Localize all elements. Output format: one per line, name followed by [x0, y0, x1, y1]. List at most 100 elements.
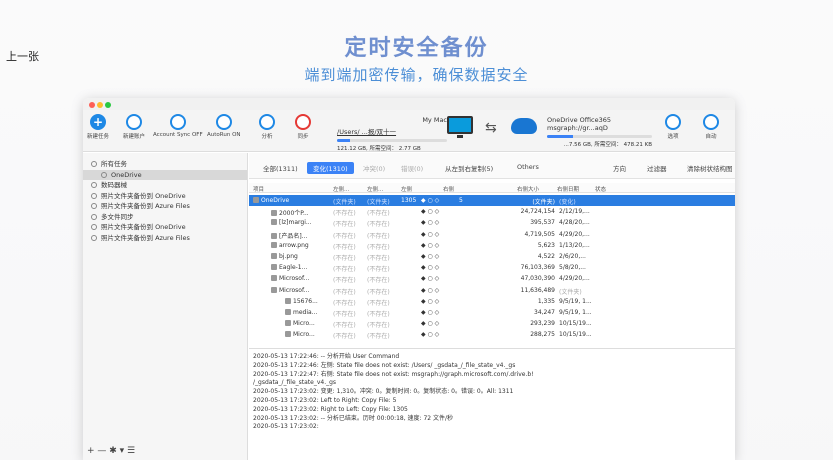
table-row[interactable]: [产品名]... (不存在) (不存在) ◆ ○ ◇ 4,719,505 4/29/20,… — [249, 229, 735, 240]
table-row[interactable]: [lz]margi... (不存在) (不存在) ◆ ○ ◇ 395,537 4/28/2… — [249, 217, 735, 228]
sidebar-item[interactable]: 所有任务 — [83, 159, 247, 170]
filter-others-dropdown[interactable]: Others — [517, 163, 539, 171]
sidebar-item-label: 所有任务 — [101, 160, 127, 168]
col-left-size[interactable]: 左侧... — [333, 185, 349, 193]
sidebar-item[interactable]: 多文件同步 — [83, 212, 247, 223]
sidebar-item-label: 数码器械 — [101, 181, 127, 189]
col-left[interactable]: 左侧 — [401, 185, 412, 193]
row-left-size: (不存在) — [333, 299, 356, 307]
swap-direction-icon[interactable]: ⇆ — [485, 120, 497, 136]
col-right-size[interactable]: 右侧大小 — [517, 185, 539, 193]
row-name: arrow.png — [271, 241, 309, 249]
row-right-date: 4/29/20,... — [559, 230, 590, 238]
sidebar-footer-controls[interactable]: + — ✱ ▾ ☰ — [87, 446, 135, 456]
row-name: 15676... — [285, 297, 318, 305]
row-name: Eagle-1... — [271, 264, 307, 271]
zoom-window-button[interactable] — [105, 102, 111, 108]
filter-all[interactable]: 全部(1311) — [263, 163, 298, 173]
log-line: 2020-05-13 17:23:02: 变更: 1,310。冲突: 0。复制时… — [253, 388, 514, 396]
file-icon — [271, 232, 277, 239]
row-action-icons: ◆ ○ ◇ — [421, 208, 440, 216]
file-icon — [271, 275, 277, 282]
col-left-date[interactable]: 左侧... — [367, 185, 383, 193]
sidebar-item-label: 照片文件夹备份到 Azure Files — [101, 233, 190, 242]
row-right-size: 288,275 — [530, 331, 555, 339]
row-left-size: (不存在) — [333, 266, 356, 274]
row-name: [产品名]... — [271, 231, 307, 240]
row-left-size: (不存在) — [333, 288, 356, 296]
task-icon — [91, 161, 97, 167]
minimize-window-button[interactable] — [97, 102, 103, 108]
table-row[interactable]: arrow.png (不存在) (不存在) ◆ ○ ◇ 5,623 1/13/20,... — [249, 240, 735, 251]
table-row[interactable]: 2000个P... (不存在) (不存在) ◆ ○ ◇ 24,724,154 2/12/1… — [249, 206, 735, 217]
row-action-icons: ◆ ○ ◇ — [421, 253, 440, 260]
analyze-button[interactable]: 分析 — [259, 114, 275, 140]
sidebar-item[interactable]: 照片文件夹备份到 Azure Files — [83, 233, 247, 244]
log-line: 2020-05-13 17:22:46: 左侧: State file does… — [253, 361, 516, 369]
auto-button[interactable]: 自动 — [703, 114, 719, 140]
filter-left-to-right[interactable]: 从左到右复制(5) — [445, 163, 493, 173]
wrench-icon — [665, 114, 681, 130]
row-action-icons: ◆ ○ ◇ — [421, 219, 440, 227]
filter-conflict[interactable]: 冲突(0) — [363, 163, 385, 173]
row-left-date: (不存在) — [367, 311, 390, 318]
row-right-date: 5/8/20,... — [559, 264, 586, 272]
row-left-size: (不存在) — [333, 221, 356, 229]
row-left-size: (不存在) — [333, 255, 356, 262]
file-icon — [271, 253, 277, 259]
row-left-date: (不存在) — [367, 277, 390, 285]
col-item[interactable]: 项目 — [253, 185, 264, 193]
row-left-date: (不存在) — [367, 266, 390, 274]
row-name: Microsof... — [271, 275, 309, 282]
destination-path[interactable]: msgraph://gr...aqD — [547, 124, 652, 132]
table-row[interactable]: 15676... (不存在) (不存在) ◆ ○ ◇ 1,335 9/5/19, 1... — [249, 296, 735, 307]
sidebar-item[interactable]: OneDrive — [83, 169, 247, 180]
col-right[interactable]: 右侧 — [443, 185, 454, 193]
new-account-button[interactable]: 新建账户 — [123, 114, 145, 140]
source-capacity-bar — [337, 139, 447, 142]
table-row[interactable]: Micro... (不存在) (不存在) ◆ ○ ◇ 293,239 10/15/19..… — [249, 318, 735, 329]
filter-errors[interactable]: 错误(0) — [401, 163, 423, 173]
table-row[interactable]: Eagle-1... (不存在) (不存在) ◆ ○ ◇ 76,103,369 5/8/2… — [249, 262, 735, 273]
clear-tree-button[interactable]: 清除树状结构图 — [687, 163, 733, 173]
file-icon — [271, 219, 277, 226]
sidebar-item[interactable]: 照片文件夹备份到 Azure Files — [83, 201, 247, 212]
autorun-toggle[interactable]: AutoRun ON — [207, 114, 241, 138]
row-left-date: (不存在) — [367, 299, 390, 307]
row-left-date: (不存在) — [367, 232, 390, 240]
row-name: [lz]margi... — [271, 219, 312, 226]
sidebar-item[interactable]: 照片文件夹备份到 OneDrive — [83, 191, 247, 202]
row-right-date: 10/15/19... — [559, 331, 592, 339]
timer-icon — [215, 114, 232, 130]
row-action-icons: ◆ ○ ◇ — [421, 297, 440, 305]
table-row[interactable]: Microsof... (不存在) (不存在) ◆ ○ ◇ 11,636,489 (文件夹… — [249, 285, 735, 296]
table-row[interactable]: Microsof... (不存在) (不存在) ◆ ○ ◇ 47,030,390 4/29… — [249, 273, 735, 284]
filter-changed[interactable]: 变化(1310) — [307, 162, 354, 174]
row-name-text: bj.png — [279, 253, 298, 260]
direction-dropdown[interactable]: 方向 — [613, 163, 626, 173]
sidebar-item[interactable]: 数码器械 — [83, 180, 247, 191]
row-action-icons: ◆ ○ ◇ — [421, 275, 440, 283]
row-right-size: (文件夹) — [532, 199, 555, 206]
file-icon — [271, 241, 277, 248]
table-row[interactable]: bj.png (不存在) (不存在) ◆ ○ ◇ 4,522 2/6/20,... — [249, 251, 735, 262]
table-row[interactable]: OneDrive (文件夹) (文件夹) 1305 ◆ ○ ◇ 5 (文件夹) (变化) — [249, 195, 735, 206]
col-status[interactable]: 状态 — [595, 185, 606, 193]
row-left-size: (不存在) — [333, 311, 356, 318]
table-row[interactable]: Micro... (不存在) (不存在) ◆ ○ ◇ 288,275 10/15/19..… — [249, 329, 735, 340]
col-right-date[interactable]: 右侧日期 — [557, 185, 579, 193]
sidebar-item-label: 多文件同步 — [101, 212, 134, 221]
sidebar-item[interactable]: 照片文件夹备份到 OneDrive — [83, 222, 247, 233]
filter-dropdown[interactable]: 过滤器 — [647, 163, 667, 173]
table-row[interactable]: media... (不存在) (不存在) ◆ ○ ◇ 34,247 9/5/19, 1..… — [249, 307, 735, 318]
sync-button[interactable]: 同步 — [295, 114, 311, 140]
close-window-button[interactable] — [89, 102, 95, 108]
source-path[interactable]: /Users/ ...报/双十一 — [337, 126, 447, 136]
account-sync-toggle[interactable]: Account Sync OFF — [153, 114, 203, 138]
row-right-size: 395,537 — [530, 219, 555, 227]
file-icon — [271, 286, 277, 293]
source-capacity: 121.12 GB, 所需空间： 2.77 GB — [337, 146, 421, 152]
sidebar-item-label: 照片文件夹备份到 OneDrive — [101, 191, 186, 200]
new-task-button[interactable]: + 新建任务 — [87, 114, 109, 140]
options-button[interactable]: 选项 — [665, 114, 681, 140]
